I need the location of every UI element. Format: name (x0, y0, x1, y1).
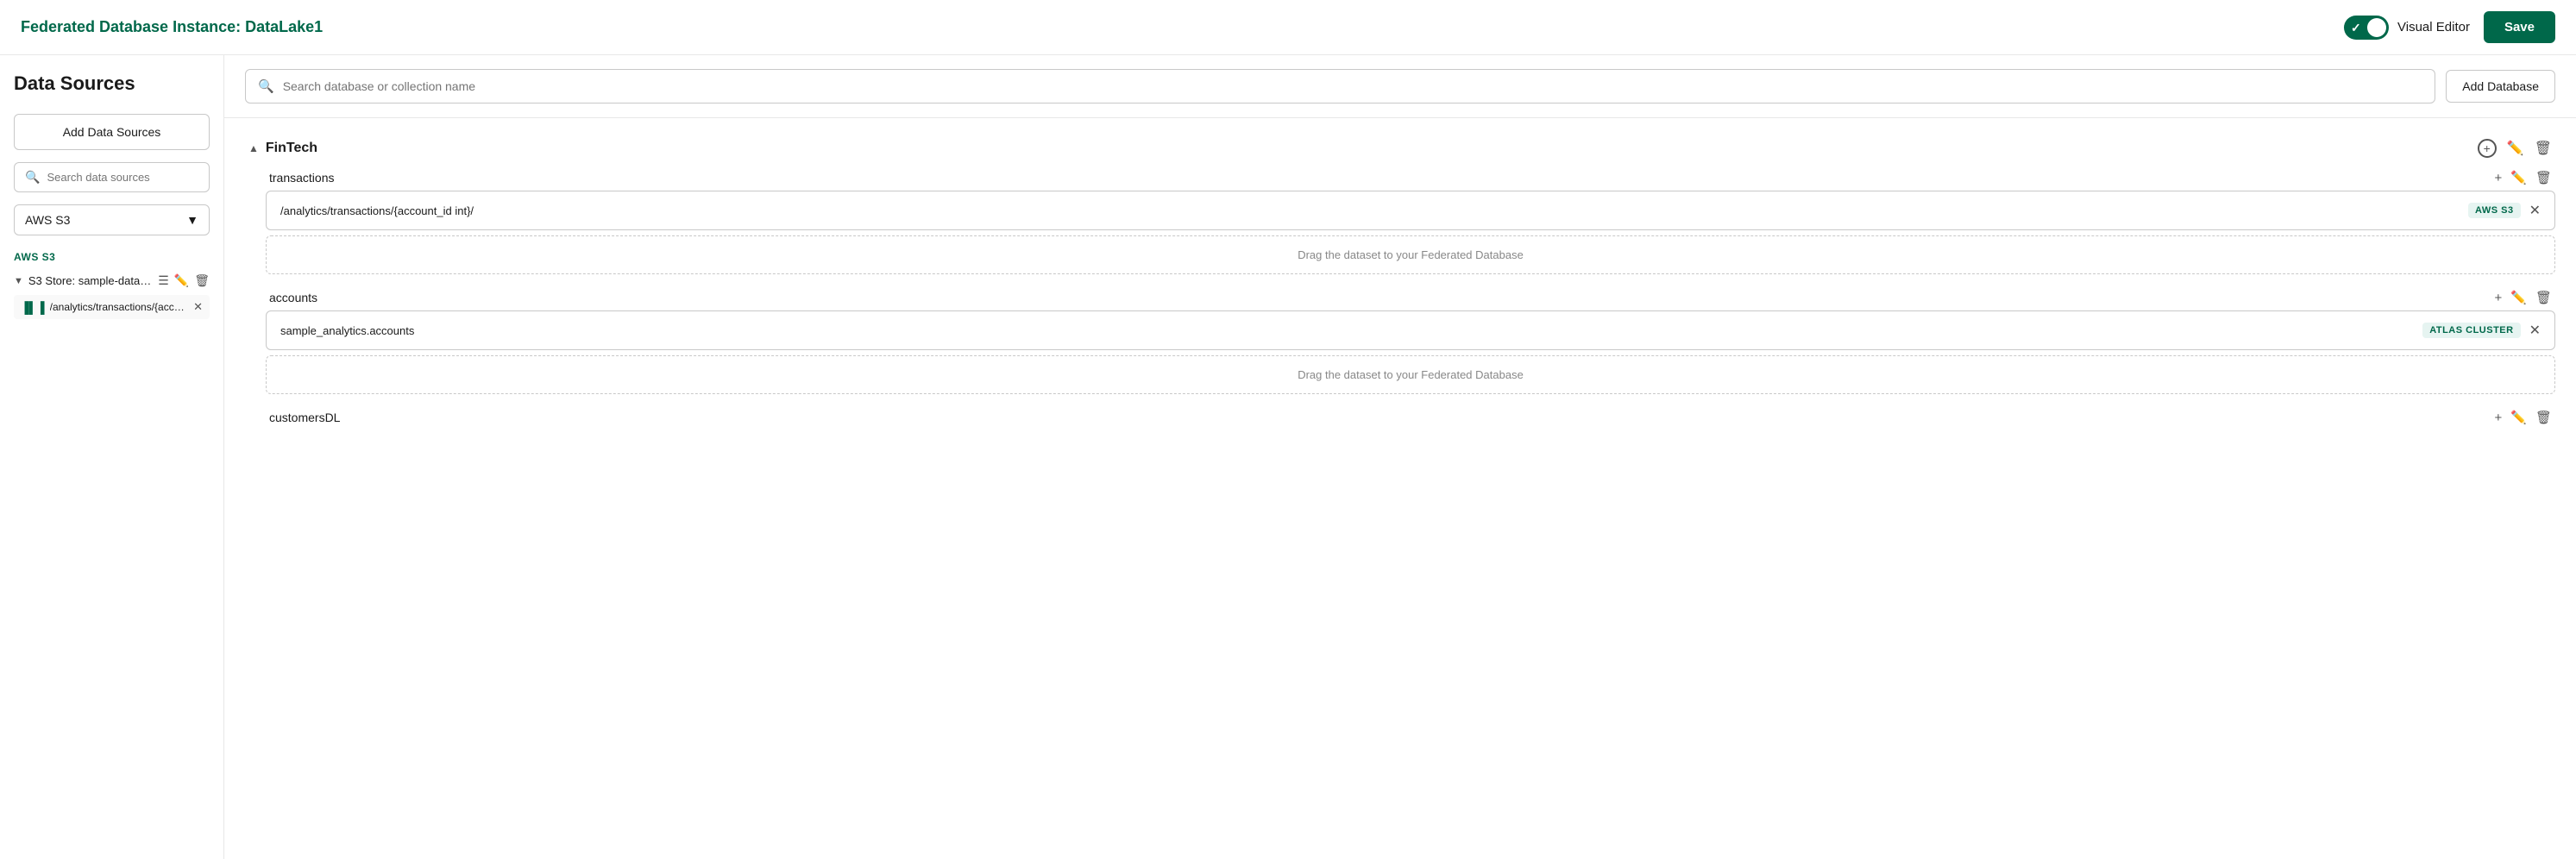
drop-zone-label-accounts: Drag the dataset to your Federated Datab… (1297, 368, 1524, 381)
db-section-caret-icon: ▲ (248, 142, 259, 154)
collection-name-transactions: transactions (269, 171, 334, 185)
collection-customersdl: customersDL + ✏️ 🗑 (266, 404, 2555, 430)
s3-store-delete-icon[interactable]: 🗑 (194, 273, 210, 288)
save-button[interactable]: Save (2484, 11, 2555, 43)
collection-transactions: transactions + ✏️ 🗑 /analytics/transacti… (266, 165, 2555, 274)
collection-actions-accounts: + ✏️ 🗑 (2495, 290, 2553, 305)
db-content: ▲ FinTech + ✏️ 🗑 transactions + (224, 118, 2576, 859)
collection-header-transactions: transactions + ✏️ 🗑 (266, 165, 2555, 191)
search-data-sources-input[interactable] (47, 171, 198, 184)
add-database-button[interactable]: Add Database (2446, 70, 2555, 103)
delete-collection-transactions-icon[interactable]: 🗑 (2535, 170, 2552, 185)
s3-file-remove-icon[interactable]: ✕ (193, 300, 203, 314)
dataset-path-accounts-0: sample_analytics.accounts (280, 324, 2422, 337)
dataset-row-transactions-0: /analytics/transactions/{account_id int}… (266, 191, 2555, 230)
s3-store-caret-icon[interactable]: ▼ (14, 276, 23, 286)
collection-header-customersdl: customersDL + ✏️ 🗑 (266, 404, 2555, 430)
edit-db-fintech-icon[interactable]: ✏️ (2507, 140, 2524, 157)
collection-name-customersdl: customersDL (269, 411, 340, 424)
bars-icon: ▐▌▐ (21, 301, 45, 314)
dataset-badge-atlas-cluster: ATLAS CLUSTER (2422, 323, 2520, 338)
collection-name-accounts: accounts (269, 291, 317, 304)
search-bar-area: 🔍 Add Database (224, 55, 2576, 118)
dataset-remove-accounts-0[interactable]: ✕ (2529, 322, 2541, 339)
s3-store-name: S3 Store: sample-data-atlas-data... (28, 274, 153, 287)
add-collection-button-fintech[interactable]: + (2478, 139, 2497, 158)
edit-collection-transactions-icon[interactable]: ✏️ (2510, 170, 2527, 185)
fintech-label: FinTech (266, 141, 317, 156)
aws-s3-section: AWS S3 ▼ S3 Store: sample-data-atlas-dat… (14, 251, 210, 319)
visual-editor-toggle-container: ✓ Visual Editor (2344, 16, 2470, 40)
add-data-sources-button[interactable]: Add Data Sources (14, 114, 210, 150)
dataset-badge-aws-s3: AWS S3 (2468, 203, 2521, 218)
drop-zone-transactions[interactable]: Drag the dataset to your Federated Datab… (266, 235, 2555, 274)
add-dataset-transactions-icon[interactable]: + (2495, 171, 2503, 185)
collection-actions-customersdl: + ✏️ 🗑 (2495, 410, 2553, 425)
drop-zone-label-transactions: Drag the dataset to your Federated Datab… (1297, 248, 1524, 261)
federated-title: Federated Database Instance: DataLake1 (21, 18, 323, 36)
s3-store-row: ▼ S3 Store: sample-data-atlas-data... ☰ … (14, 270, 210, 292)
chevron-down-icon: ▼ (186, 213, 198, 227)
add-dataset-accounts-icon[interactable]: + (2495, 291, 2503, 305)
db-search-icon: 🔍 (258, 78, 274, 94)
sidebar-title: Data Sources (14, 72, 210, 102)
search-icon: 🔍 (25, 170, 40, 185)
search-data-sources-wrapper: 🔍 (14, 162, 210, 192)
db-section-name-fintech[interactable]: ▲ FinTech (248, 141, 317, 156)
add-dataset-customersdl-icon[interactable]: + (2495, 411, 2503, 425)
collection-actions-transactions: + ✏️ 🗑 (2495, 170, 2553, 185)
toggle-check-icon: ✓ (2351, 21, 2361, 35)
s3-store-actions: ☰ ✏️ 🗑 (158, 273, 210, 288)
db-section-fintech: ▲ FinTech + ✏️ 🗑 transactions + (245, 132, 2555, 430)
delete-db-fintech-icon[interactable]: 🗑 (2535, 140, 2552, 157)
header-actions: ✓ Visual Editor Save (2344, 11, 2555, 43)
s3-store-list-icon[interactable]: ☰ (158, 273, 169, 288)
s3-file-path: /analytics/transactions/{account_id in..… (50, 301, 188, 313)
main-layout: Data Sources Add Data Sources 🔍 AWS S3 ▼… (0, 55, 2576, 859)
visual-editor-toggle[interactable]: ✓ (2344, 16, 2389, 40)
collection-accounts: accounts + ✏️ 🗑 sample_analytics.account… (266, 285, 2555, 394)
db-section-actions-fintech: + ✏️ 🗑 (2478, 139, 2552, 158)
delete-collection-customersdl-icon[interactable]: 🗑 (2535, 410, 2552, 425)
db-section-header-fintech: ▲ FinTech + ✏️ 🗑 (245, 132, 2555, 165)
db-search-wrapper: 🔍 (245, 69, 2435, 103)
federated-name: DataLake1 (245, 18, 323, 35)
top-header: Federated Database Instance: DataLake1 ✓… (0, 0, 2576, 55)
db-search-input[interactable] (283, 79, 2423, 93)
dataset-path-transactions-0: /analytics/transactions/{account_id int}… (280, 204, 2468, 217)
edit-collection-accounts-icon[interactable]: ✏️ (2510, 290, 2527, 305)
dataset-row-accounts-0: sample_analytics.accounts ATLAS CLUSTER … (266, 310, 2555, 350)
collection-header-accounts: accounts + ✏️ 🗑 (266, 285, 2555, 310)
edit-collection-customersdl-icon[interactable]: ✏️ (2510, 410, 2527, 425)
federated-label: Federated Database Instance: (21, 18, 241, 35)
dropdown-label: AWS S3 (25, 213, 70, 227)
s3-file-row: ▐▌▐ /analytics/transactions/{account_id … (14, 295, 210, 319)
toggle-thumb (2367, 18, 2386, 37)
s3-store-edit-icon[interactable]: ✏️ (174, 273, 189, 288)
right-content: 🔍 Add Database ▲ FinTech + ✏️ 🗑 (224, 55, 2576, 859)
delete-collection-accounts-icon[interactable]: 🗑 (2535, 290, 2552, 305)
visual-editor-label: Visual Editor (2397, 20, 2470, 34)
aws-s3-section-label: AWS S3 (14, 251, 210, 263)
toggle-track: ✓ (2344, 16, 2389, 40)
dataset-remove-transactions-0[interactable]: ✕ (2529, 202, 2541, 219)
data-source-type-dropdown[interactable]: AWS S3 ▼ (14, 204, 210, 235)
sidebar: Data Sources Add Data Sources 🔍 AWS S3 ▼… (0, 55, 224, 859)
drop-zone-accounts[interactable]: Drag the dataset to your Federated Datab… (266, 355, 2555, 394)
